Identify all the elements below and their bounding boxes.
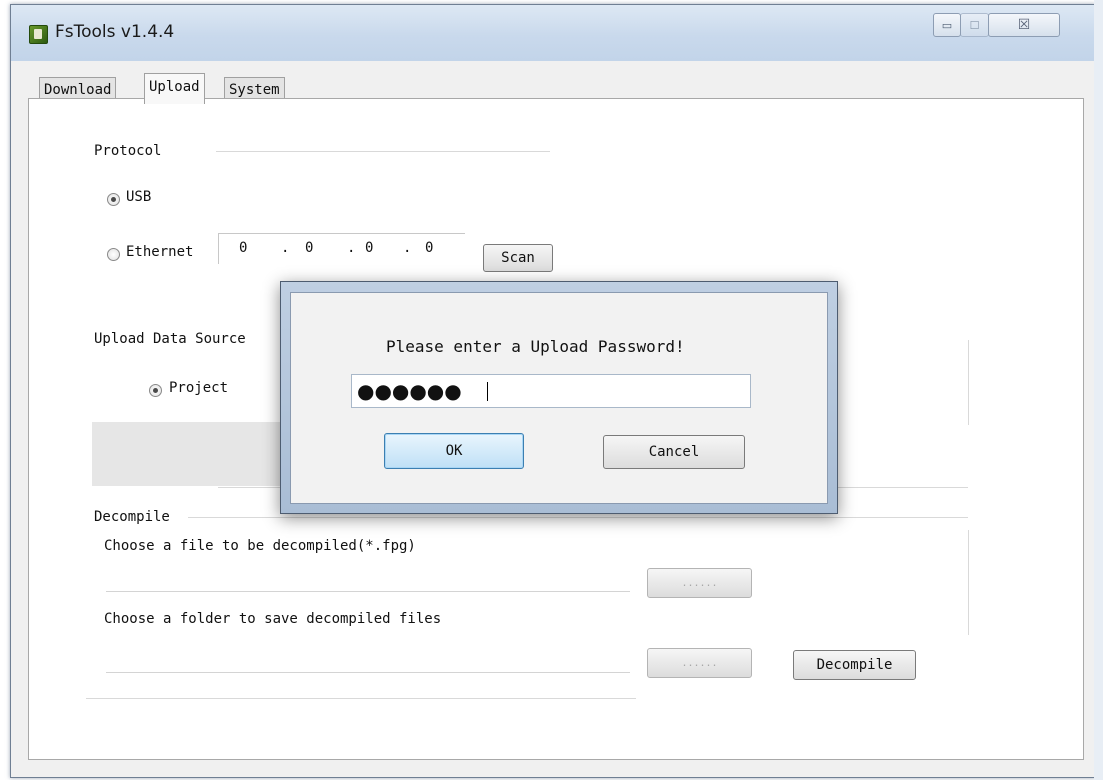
decompile-button[interactable]: Decompile [793, 650, 916, 680]
close-icon: ☒ [1017, 17, 1031, 33]
upload-source-label: Upload Data Source [94, 331, 246, 347]
ok-button[interactable]: OK [384, 433, 524, 469]
browse-folder-button[interactable]: ...... [647, 648, 752, 678]
upload-source-border [968, 340, 969, 425]
scan-button-label: Scan [501, 250, 535, 266]
password-dialog: Please enter a Upload Password! ●●●●●● O… [280, 281, 838, 514]
usb-radio[interactable] [107, 193, 120, 206]
close-button[interactable]: ☒ [988, 13, 1060, 37]
app-icon [29, 25, 48, 44]
tab-upload[interactable]: Upload [144, 73, 205, 104]
window-title: FsTools v1.4.4 [55, 22, 175, 42]
protocol-divider [216, 151, 550, 152]
password-mask: ●●●●●● [357, 379, 462, 403]
password-input[interactable]: ●●●●●● [351, 374, 751, 408]
ip-octet-3[interactable]: 0 [365, 240, 373, 256]
disabled-area [92, 422, 302, 486]
title-bar[interactable]: FsTools v1.4.4 ▭ ☐ ☒ [11, 5, 1095, 61]
desktop-edge [1094, 0, 1103, 780]
ip-octet-4[interactable]: 0 [425, 240, 433, 256]
decompile-bottom-border [86, 698, 636, 699]
dialog-prompt: Please enter a Upload Password! [386, 337, 685, 356]
cancel-button-label: Cancel [648, 444, 700, 460]
maximize-icon: ☐ [969, 18, 980, 32]
ip-separator: . [347, 240, 356, 256]
ip-separator: . [403, 240, 412, 256]
decompile-label: Decompile [94, 509, 170, 525]
decompile-divider [188, 517, 968, 518]
ip-separator: . [281, 240, 290, 256]
minimize-icon: ▭ [941, 18, 953, 32]
folder-path-input[interactable] [106, 646, 630, 673]
project-radio[interactable] [149, 384, 162, 397]
decompile-button-label: Decompile [816, 657, 893, 673]
ok-button-label: OK [445, 443, 463, 459]
file-path-input[interactable] [106, 565, 630, 592]
minimize-button[interactable]: ▭ [933, 13, 961, 37]
usb-label: USB [126, 189, 152, 205]
ip-address-input[interactable]: 0 . 0 . 0 . 0 [218, 233, 465, 264]
ip-octet-1[interactable]: 0 [239, 240, 247, 256]
cancel-button[interactable]: Cancel [603, 435, 745, 469]
browse-file-label: ...... [681, 577, 718, 589]
folder-prompt: Choose a folder to save decompiled files [104, 611, 442, 627]
dialog-body: Please enter a Upload Password! ●●●●●● O… [290, 292, 828, 504]
maximize-button[interactable]: ☐ [960, 13, 989, 37]
ethernet-label: Ethernet [126, 244, 194, 260]
ip-octet-2[interactable]: 0 [305, 240, 313, 256]
protocol-label: Protocol [94, 143, 162, 159]
browse-folder-label: ...... [681, 657, 718, 669]
browse-file-button[interactable]: ...... [647, 568, 752, 598]
scan-button[interactable]: Scan [483, 244, 553, 272]
file-prompt: Choose a file to be decompiled(*.fpg) [104, 538, 416, 554]
text-caret [487, 382, 488, 401]
ethernet-radio[interactable] [107, 248, 120, 261]
decompile-border [968, 530, 969, 635]
project-label: Project [169, 380, 229, 396]
